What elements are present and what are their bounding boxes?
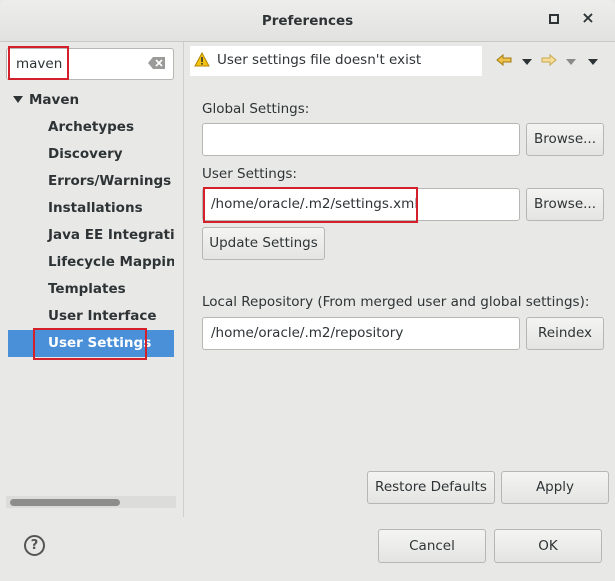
- apply-button[interactable]: Apply: [501, 471, 609, 504]
- warning-icon: [194, 52, 210, 67]
- user-browse-button[interactable]: Browse...: [526, 188, 604, 221]
- view-menu-icon[interactable]: [588, 59, 598, 65]
- tree-item-maven[interactable]: Maven: [0, 87, 174, 114]
- scrollbar-thumb[interactable]: [10, 499, 120, 506]
- restore-defaults-button[interactable]: Restore Defaults: [367, 471, 495, 504]
- header-message: User settings file doesn't exist: [217, 52, 422, 68]
- tree-item-templates[interactable]: Templates: [0, 276, 174, 303]
- local-repository-field[interactable]: /home/oracle/.m2/repository: [202, 317, 520, 350]
- user-settings-label: User Settings:: [202, 166, 297, 182]
- annotation-box-user-settings: [33, 328, 147, 360]
- help-icon[interactable]: ?: [24, 535, 45, 556]
- global-settings-field[interactable]: [202, 123, 520, 156]
- tree-item-errors-warnings[interactable]: Errors/Warnings: [0, 168, 174, 195]
- tree-item-discovery[interactable]: Discovery: [0, 141, 174, 168]
- tree-item-lifecycle-mappings[interactable]: Lifecycle Mappings: [0, 249, 174, 276]
- local-repository-label: Local Repository (From merged user and g…: [202, 294, 590, 310]
- window-title: Preferences: [261, 13, 354, 29]
- global-settings-label: Global Settings:: [202, 101, 310, 117]
- global-browse-button[interactable]: Browse...: [526, 123, 604, 156]
- close-icon[interactable]: ×: [578, 8, 598, 28]
- back-dropdown-icon[interactable]: [522, 59, 532, 65]
- ok-button[interactable]: OK: [494, 529, 602, 563]
- tree-item-archetypes[interactable]: Archetypes: [0, 114, 174, 141]
- back-arrow-icon[interactable]: [496, 54, 512, 66]
- forward-dropdown-icon[interactable]: [566, 59, 576, 65]
- tree-item-java-ee-integration[interactable]: Java EE Integration: [0, 222, 174, 249]
- clear-filter-icon[interactable]: [148, 56, 166, 70]
- annotation-box-filter: [8, 46, 69, 80]
- reindex-button[interactable]: Reindex: [526, 317, 604, 350]
- tree-item-installations[interactable]: Installations: [0, 195, 174, 222]
- cancel-button[interactable]: Cancel: [378, 529, 486, 563]
- tree-item-user-interface[interactable]: User Interface: [0, 303, 174, 330]
- annotation-box-settings-path: [203, 187, 418, 223]
- maximize-icon[interactable]: [549, 14, 559, 24]
- forward-arrow-icon[interactable]: [541, 54, 557, 66]
- update-settings-button[interactable]: Update Settings: [202, 227, 325, 260]
